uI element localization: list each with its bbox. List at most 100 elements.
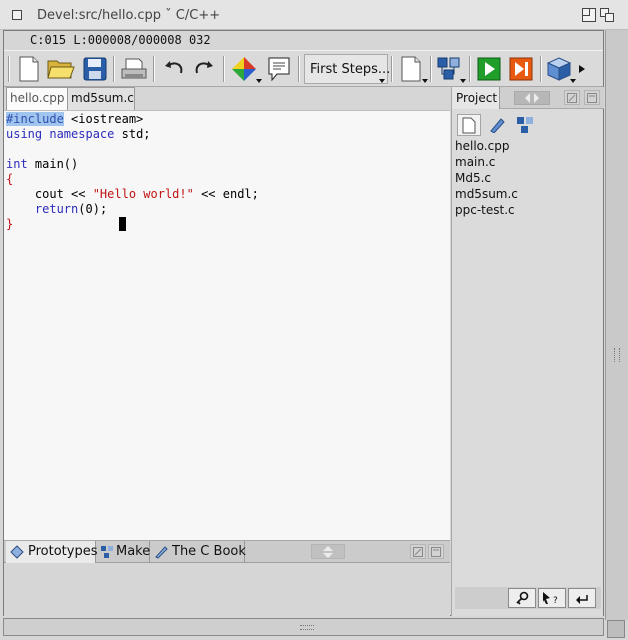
bottom-tab-bar: Prototypes Make The C Book <box>4 541 450 563</box>
code-token: } <box>6 217 14 231</box>
new-file-button[interactable] <box>14 54 44 84</box>
code-token: std; <box>114 127 151 141</box>
window-titlebar[interactable]: Devel:src/hello.cpp ˇ C/C++ <box>0 0 628 30</box>
left-right-icon <box>525 93 539 103</box>
redo-button[interactable] <box>189 54 219 84</box>
dropdown-arrow-icon[interactable] <box>460 79 466 83</box>
code-line: return(0); <box>6 202 107 217</box>
code-line: cout << "Hello world!" << endl; <box>6 187 259 202</box>
dropdown-arrow-icon[interactable] <box>256 79 262 83</box>
list-item[interactable]: Md5.c <box>455 170 601 186</box>
list-item[interactable]: main.c <box>455 154 601 170</box>
template-combo-label: First Steps... <box>310 62 391 77</box>
cursor-status-bar: C:015 L:000008/000008 032 <box>4 31 603 49</box>
tab-prototypes[interactable]: Prototypes <box>6 541 98 563</box>
color-diamond-icon <box>232 57 256 81</box>
redo-icon <box>195 61 213 74</box>
project-minimize-button[interactable] <box>584 90 600 105</box>
code-token: int <box>6 157 28 171</box>
dropdown-arrow-icon[interactable] <box>422 79 428 83</box>
folder-open-icon <box>47 60 75 79</box>
tab-label: md5sum.c <box>71 91 134 105</box>
panel-minimize-button[interactable] <box>428 544 444 559</box>
play-icon <box>477 57 501 81</box>
template-combo[interactable]: First Steps... <box>304 54 391 84</box>
tab-label: Make <box>116 544 151 559</box>
comment-button[interactable] <box>264 54 294 84</box>
code-editor[interactable]: #include <iostream> using namespace std; i… <box>4 110 450 540</box>
syntax-color-button[interactable] <box>229 54 259 84</box>
panel-detach-button[interactable] <box>410 544 426 559</box>
undo-icon <box>165 61 183 74</box>
list-item[interactable]: hello.cpp <box>455 138 601 154</box>
zoom-icon[interactable] <box>582 8 596 22</box>
code-line: int main() <box>6 157 78 172</box>
code-token: << endl; <box>193 187 259 201</box>
run-button[interactable] <box>474 54 504 84</box>
toolbar-separator <box>469 56 471 82</box>
code-token: (0); <box>78 202 108 216</box>
print-button[interactable] <box>119 54 149 84</box>
files-view-button[interactable] <box>457 114 481 136</box>
edit-view-button[interactable] <box>485 114 509 136</box>
undo-button[interactable] <box>159 54 189 84</box>
project-view-switcher <box>455 114 601 136</box>
toolbar-separator <box>391 56 393 82</box>
toolbar-separator <box>8 56 10 82</box>
search-button[interactable] <box>508 588 536 608</box>
floppy-disk-icon <box>83 57 107 81</box>
project-panel-title[interactable]: Project <box>452 87 500 109</box>
code-line: { <box>6 172 13 187</box>
window-menu-icon[interactable] <box>12 10 22 20</box>
structure-view-button[interactable] <box>513 114 537 136</box>
tab-label: The C Book <box>172 544 246 559</box>
printer-icon <box>121 58 147 79</box>
bottom-panel: Prototypes Make The C Book <box>4 540 450 616</box>
blocks-icon <box>437 57 460 80</box>
size-gadget[interactable] <box>607 620 625 638</box>
code-token: { <box>6 172 14 186</box>
toolbar-overflow-icon[interactable] <box>579 65 585 73</box>
revert-button[interactable] <box>568 588 596 608</box>
code-line: } <box>6 217 13 232</box>
key-icon <box>516 591 529 605</box>
detach-icon <box>567 93 577 103</box>
text-cursor <box>119 217 126 231</box>
code-token: namespace <box>49 127 115 141</box>
bottom-resize-bar[interactable] <box>3 618 604 636</box>
horizontal-grip[interactable] <box>300 625 314 630</box>
svg-text:?: ? <box>553 596 558 605</box>
tab-hello-cpp[interactable]: hello.cpp <box>6 87 69 110</box>
depth-icon[interactable] <box>600 8 614 22</box>
main-toolbar: First Steps... <box>4 50 603 87</box>
prototypes-icon <box>10 545 24 559</box>
minimize-icon <box>587 93 597 103</box>
right-resize-strip[interactable] <box>605 30 628 620</box>
project-detach-button[interactable] <box>564 90 580 105</box>
help-pointer-button[interactable]: ? <box>538 588 566 608</box>
save-file-button[interactable] <box>80 54 110 84</box>
dropdown-arrow-icon[interactable] <box>570 79 576 83</box>
project-file-list: hello.cpp main.c Md5.c md5sum.c ppc-test… <box>455 138 601 218</box>
tab-md5sum-c[interactable]: md5sum.c <box>67 87 135 110</box>
list-item[interactable]: ppc-test.c <box>455 202 601 218</box>
tab-make[interactable]: Make <box>96 541 150 563</box>
vertical-grip[interactable] <box>614 348 620 362</box>
panel-updown-slider[interactable] <box>311 544 345 559</box>
code-token: <iostream> <box>63 112 144 126</box>
open-file-button[interactable] <box>46 54 76 84</box>
toolbar-separator <box>540 56 542 82</box>
dropdown-arrow-icon[interactable] <box>379 79 385 83</box>
cube-icon <box>546 57 572 81</box>
book-icon <box>155 546 168 559</box>
debug-step-button[interactable] <box>506 54 536 84</box>
step-forward-icon <box>509 57 533 81</box>
tab-the-c-book[interactable]: The C Book <box>150 541 246 563</box>
tab-label: Prototypes <box>28 544 98 559</box>
list-item[interactable]: md5sum.c <box>455 186 601 202</box>
code-token: cout << <box>6 187 93 201</box>
toolbar-separator <box>113 56 115 82</box>
panel-left-right-slider[interactable] <box>514 91 550 105</box>
toolbar-separator <box>153 56 155 82</box>
